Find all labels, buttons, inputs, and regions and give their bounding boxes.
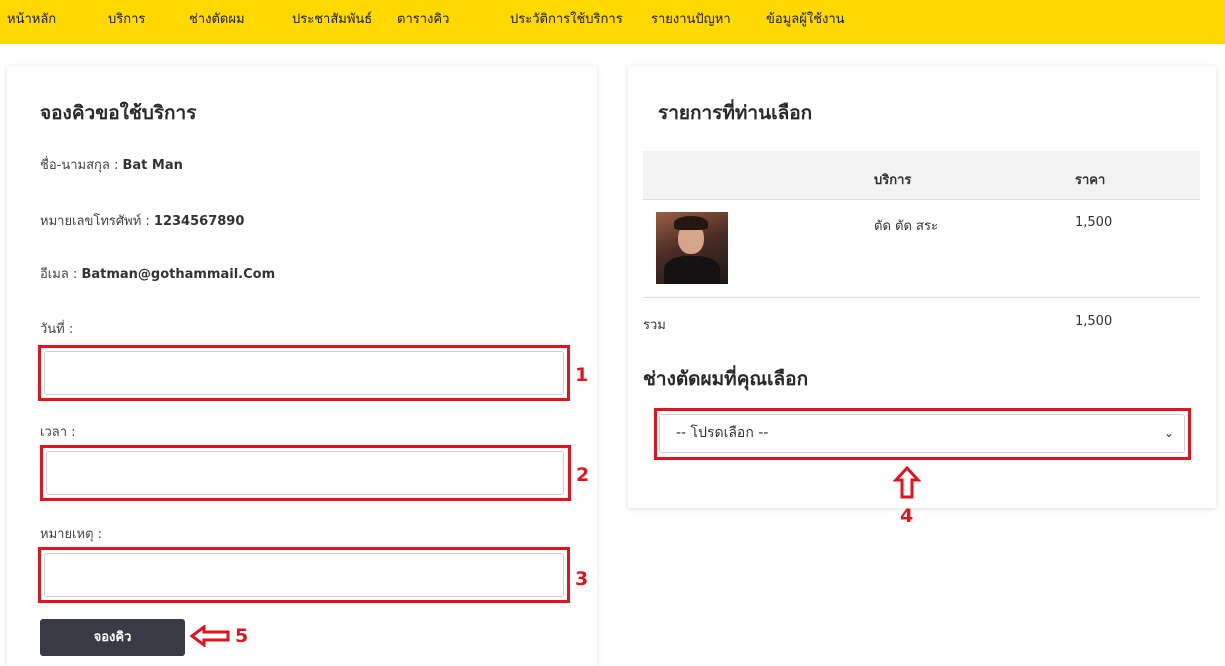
annotation-number-4: 4 (900, 505, 914, 527)
email-row: อีเมล : Batman@gothammail.Com (40, 263, 275, 284)
column-header-price: ราคา (1075, 173, 1106, 188)
phone-row: หมายเลขโทรศัพท์ : 1234567890 (40, 210, 244, 231)
annotation-number-5: 5 (235, 625, 249, 647)
email-label: อีเมล : (40, 267, 82, 282)
date-label: วันที่ : (40, 322, 74, 337)
time-label: เวลา : (40, 425, 76, 440)
nav-item-news[interactable]: ประชาสัมพันธ์ (292, 8, 372, 29)
annotation-box-2 (40, 445, 571, 501)
annotation-box-3 (38, 547, 570, 603)
nav-item-profile[interactable]: ข้อมูลผู้ใช้งาน (766, 8, 845, 29)
barber-title: ช่างตัดผมที่คุณเลือก (643, 368, 809, 390)
up-arrow-icon (893, 466, 921, 499)
table-divider (643, 297, 1200, 298)
annotation-box-1 (38, 345, 570, 401)
email-value: Batman@gothammail.Com (81, 267, 276, 282)
annotation-number-2: 2 (576, 464, 590, 486)
name-value: Bat Man (122, 158, 183, 173)
annotation-box-4 (654, 408, 1191, 460)
row-service-name: ตัด ตัด สระ (874, 219, 938, 234)
phone-value: 1234567890 (153, 214, 245, 229)
booking-title: จองคิวขอใช้บริการ (40, 102, 197, 124)
column-header-service: บริการ (874, 173, 912, 188)
total-label: รวม (643, 318, 666, 333)
nav-item-queue[interactable]: ตารางคิว (397, 8, 449, 29)
note-label: หมายเหตุ : (40, 527, 103, 542)
nav-item-barbers[interactable]: ช่างตัดผม (189, 8, 245, 29)
row-price: 1,500 (1075, 215, 1113, 230)
selection-title: รายการที่ท่านเลือก (658, 102, 813, 124)
nav-item-report[interactable]: รายงานปัญหา (651, 8, 731, 29)
name-row: ชื่อ-นามสกุล : Bat Man (40, 154, 183, 175)
book-queue-button[interactable]: จองคิว (40, 619, 185, 656)
name-label: ชื่อ-นามสกุล : (40, 158, 123, 173)
top-navbar: หน้าหลัก บริการ ช่างตัดผม ประชาสัมพันธ์ … (0, 0, 1225, 44)
left-arrow-icon (190, 625, 230, 647)
nav-item-home[interactable]: หน้าหลัก (7, 8, 56, 29)
service-thumbnail (656, 212, 728, 284)
annotation-number-3: 3 (575, 568, 589, 590)
nav-item-history[interactable]: ประวัติการใช้บริการ (510, 8, 623, 29)
phone-label: หมายเลขโทรศัพท์ : (40, 214, 154, 229)
total-price: 1,500 (1075, 314, 1113, 329)
selection-table-header: บริการ ราคา (643, 151, 1200, 200)
annotation-number-1: 1 (575, 364, 589, 386)
nav-item-services[interactable]: บริการ (108, 8, 145, 29)
